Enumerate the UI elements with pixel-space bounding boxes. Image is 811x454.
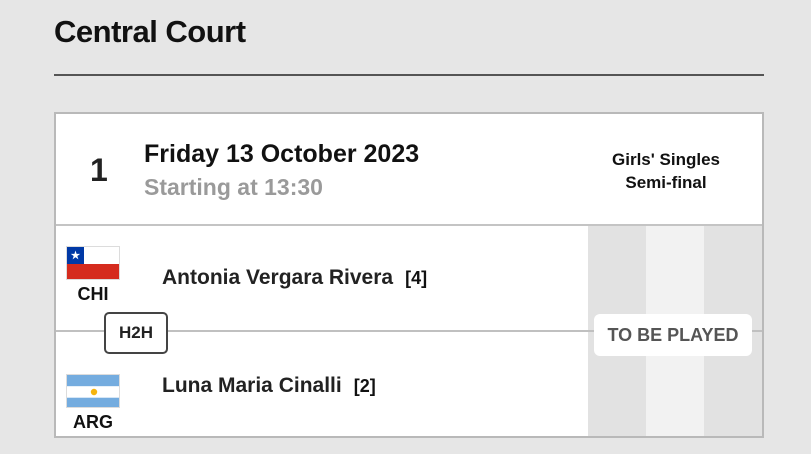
event-info: Girls' Singles Semi-final bbox=[576, 148, 756, 194]
player-name[interactable]: Antonia Vergara Rivera [4] bbox=[162, 266, 427, 290]
chile-flag-icon bbox=[66, 246, 120, 280]
player-name-text: Antonia Vergara Rivera bbox=[162, 266, 394, 289]
match-header: 1 Friday 13 October 2023 Starting at 13:… bbox=[56, 114, 762, 226]
event-round: Semi-final bbox=[625, 173, 707, 192]
country-code: CHI bbox=[77, 284, 109, 304]
country-code: ARG bbox=[73, 412, 113, 432]
match-card[interactable]: 1 Friday 13 October 2023 Starting at 13:… bbox=[54, 112, 764, 438]
player-seed: [4] bbox=[405, 268, 428, 288]
court-title: Central Court bbox=[54, 14, 246, 49]
argentina-flag-icon bbox=[66, 374, 120, 408]
match-status-badge: TO BE PLAYED bbox=[594, 314, 752, 356]
match-date: Friday 13 October 2023 bbox=[144, 140, 420, 168]
match-number: 1 bbox=[90, 152, 108, 188]
h2h-button[interactable]: H2H bbox=[104, 312, 168, 354]
title-divider bbox=[54, 74, 764, 76]
player-seed: [2] bbox=[353, 376, 376, 396]
event-name: Girls' Singles bbox=[612, 150, 720, 169]
player-name[interactable]: Luna Maria Cinalli [2] bbox=[162, 374, 376, 398]
player-name-text: Luna Maria Cinalli bbox=[162, 374, 342, 397]
match-start-time: Starting at 13:30 bbox=[144, 174, 323, 200]
